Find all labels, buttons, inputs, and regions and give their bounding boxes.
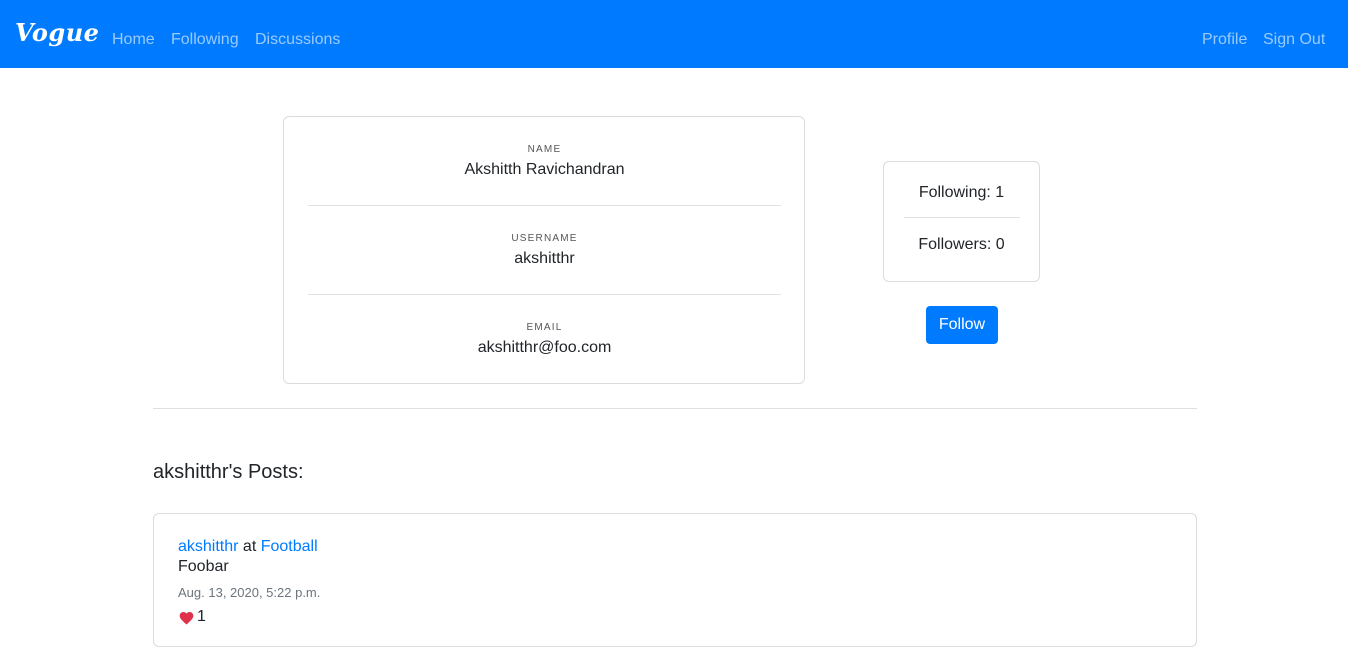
follow-stats-card: Following: 1 Followers: 0 (883, 161, 1040, 282)
section-divider (153, 408, 1197, 409)
heart-icon[interactable] (178, 610, 195, 625)
email-value: akshitthr@foo.com (477, 339, 612, 356)
post-likes: 1 (178, 607, 206, 627)
nav-sign-out-link[interactable]: Sign Out (1263, 30, 1325, 50)
brand-logo[interactable]: Vogue (15, 18, 99, 47)
nav-profile-link[interactable]: Profile (1202, 30, 1247, 50)
name-value: Akshitth Ravichandran (464, 161, 625, 178)
nav-discussions-link[interactable]: Discussions (255, 30, 340, 50)
email-field: EMAIL akshitthr@foo.com (308, 322, 781, 358)
profile-info-card: NAME Akshitth Ravichandran USERNAME aksh… (283, 116, 805, 384)
followers-count: Followers: 0 (918, 236, 1005, 253)
name-field: NAME Akshitth Ravichandran (308, 144, 781, 180)
following-count: Following: 1 (918, 184, 1005, 201)
name-label: NAME (527, 144, 562, 155)
divider (308, 294, 781, 295)
post-group-link[interactable]: Football (261, 538, 318, 555)
post-body: Foobar (178, 558, 229, 575)
username-field: USERNAME akshitthr (308, 233, 781, 269)
follow-button[interactable]: Follow (926, 306, 998, 344)
divider (308, 205, 781, 206)
like-count: 1 (197, 608, 206, 625)
top-navbar: Vogue Home Following Discussions Profile… (0, 0, 1348, 68)
username-label: USERNAME (511, 233, 578, 244)
post-author-link[interactable]: akshitthr (178, 538, 238, 555)
post-card: akshitthr at Football Foobar Aug. 13, 20… (153, 513, 1197, 647)
nav-home-link[interactable]: Home (112, 30, 155, 50)
nav-following-link[interactable]: Following (171, 30, 239, 50)
post-at-text: at (242, 538, 261, 555)
posts-heading: akshitthr's Posts: (153, 461, 304, 483)
post-meta: akshitthr at Football (178, 537, 318, 557)
email-label: EMAIL (526, 322, 563, 333)
post-timestamp: Aug. 13, 2020, 5:22 p.m. (178, 585, 321, 600)
username-value: akshitthr (514, 250, 575, 267)
divider (904, 217, 1020, 218)
